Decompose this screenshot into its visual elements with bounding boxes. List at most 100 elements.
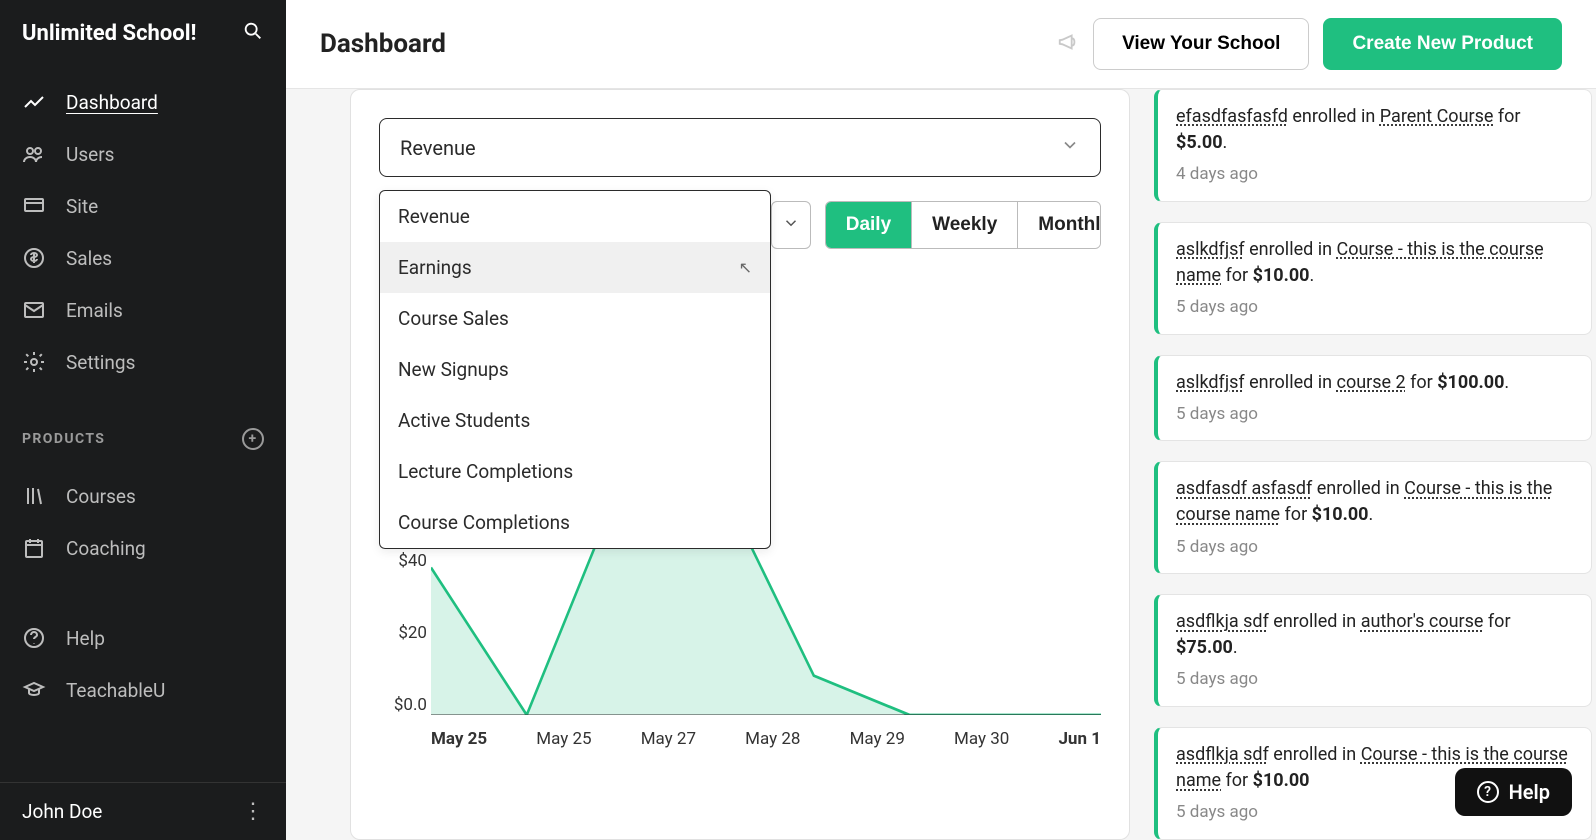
metric-option-revenue[interactable]: Revenue — [380, 191, 770, 242]
activity-course[interactable]: Parent Course — [1380, 106, 1494, 127]
activity-user[interactable]: asdflkja sdf — [1176, 611, 1269, 632]
x-tick: May 25 — [431, 729, 487, 749]
chevron-down-icon — [1060, 135, 1080, 160]
sidebar-item-emails[interactable]: Emails — [0, 284, 286, 336]
sidebar-item-label: Users — [66, 143, 114, 166]
metric-option-active-students[interactable]: Active Students — [380, 395, 770, 446]
calendar-icon — [22, 536, 46, 560]
activity-time: 5 days ago — [1176, 535, 1573, 560]
chevron-down-icon — [782, 214, 800, 236]
activity-text: for — [1483, 611, 1510, 632]
sidebar-item-coaching[interactable]: Coaching — [0, 522, 286, 574]
sidebar-item-teachableu[interactable]: TeachableU — [0, 664, 286, 716]
y-tick: $20 — [398, 623, 427, 643]
activity-user[interactable]: efasdfasfasfd — [1176, 106, 1288, 127]
x-tick: May 28 — [745, 729, 800, 749]
sidebar-item-dashboard[interactable]: Dashboard — [0, 76, 286, 128]
mail-icon — [22, 298, 46, 322]
metric-option-label: Lecture Completions — [398, 460, 573, 483]
content: Revenue DailyWeeklyMonthly Revenue Earnin… — [286, 89, 1596, 840]
metric-option-course-sales[interactable]: Course Sales — [380, 293, 770, 344]
activity-text: for — [1221, 265, 1253, 286]
sidebar-item-users[interactable]: Users — [0, 128, 286, 180]
products-section-header: PRODUCTS + — [0, 398, 286, 460]
period-daily[interactable]: Daily — [826, 202, 912, 248]
activity-user[interactable]: asdfasdf asfasdf — [1176, 478, 1312, 499]
metric-option-label: Course Completions — [398, 511, 570, 534]
sidebar-item-label: Settings — [66, 351, 135, 374]
megaphone-icon[interactable] — [1057, 31, 1079, 58]
metric-option-earnings[interactable]: Earnings↖ — [380, 242, 770, 293]
search-icon[interactable] — [242, 20, 264, 46]
activity-text: enrolled in — [1245, 239, 1337, 260]
activity-text: for — [1406, 372, 1438, 393]
activity-text: . — [1504, 372, 1509, 393]
view-school-button[interactable]: View Your School — [1093, 18, 1309, 70]
activity-text: for — [1493, 106, 1520, 127]
activity-time: 5 days ago — [1176, 295, 1573, 320]
metric-select-value: Revenue — [400, 136, 476, 160]
books-icon — [22, 484, 46, 508]
activity-item[interactable]: aslkdfjsf enrolled in course 2 for $100.… — [1154, 355, 1592, 442]
activity-text: . — [1369, 504, 1374, 525]
period-segmented: DailyWeeklyMonthly — [825, 201, 1101, 249]
sidebar-header: Unlimited School! — [0, 0, 286, 66]
activity-user[interactable]: asdflkja sdf — [1176, 744, 1269, 765]
metric-option-label: Active Students — [398, 409, 530, 432]
sidebar-item-site[interactable]: Site — [0, 180, 286, 232]
sidebar-item-courses[interactable]: Courses — [0, 470, 286, 522]
activity-text: for — [1280, 504, 1312, 525]
activity-item[interactable]: asdflkja sdf enrolled in author's course… — [1154, 594, 1592, 707]
activity-item[interactable]: aslkdfjsf enrolled in Course - this is t… — [1154, 222, 1592, 335]
metric-option-label: Revenue — [398, 205, 470, 228]
create-product-button[interactable]: Create New Product — [1323, 18, 1562, 70]
activity-user[interactable]: aslkdfjsf — [1176, 372, 1245, 393]
sidebar-item-label: TeachableU — [66, 679, 165, 702]
activity-amount: $100.00 — [1437, 372, 1504, 393]
activity-user[interactable]: aslkdfjsf — [1176, 239, 1245, 260]
metric-option-label: New Signups — [398, 358, 509, 381]
activity-time: 4 days ago — [1176, 162, 1573, 187]
page-title: Dashboard — [320, 29, 446, 59]
secondary-dropdown[interactable] — [771, 201, 811, 249]
products-nav: Courses Coaching — [0, 460, 286, 584]
sidebar-item-help[interactable]: Help — [0, 612, 286, 664]
activity-time: 5 days ago — [1176, 667, 1573, 692]
activity-course[interactable]: course 2 — [1337, 372, 1406, 393]
primary-nav: Dashboard Users Site Sales Emails Settings — [0, 66, 286, 398]
add-product-button[interactable]: + — [242, 428, 264, 450]
activity-course[interactable]: author's course — [1361, 611, 1484, 632]
activity-feed: efasdfasfasfd enrolled in Parent Course … — [1154, 89, 1596, 840]
activity-amount: $10.00 — [1253, 770, 1310, 791]
site-icon — [22, 194, 46, 218]
help-widget[interactable]: ? Help — [1455, 768, 1572, 816]
period-weekly[interactable]: Weekly — [912, 202, 1018, 248]
current-user[interactable]: John Doe — [22, 800, 102, 823]
metric-option-lecture-completions[interactable]: Lecture Completions — [380, 446, 770, 497]
main: Dashboard View Your School Create New Pr… — [286, 0, 1596, 840]
help-circle-icon: ? — [1477, 781, 1499, 803]
grad-icon — [22, 678, 46, 702]
activity-item[interactable]: asdfasdf asfasdf enrolled in Course - th… — [1154, 461, 1592, 574]
sidebar-item-label: Sales — [66, 247, 112, 270]
sidebar-item-label: Dashboard — [66, 91, 158, 114]
activity-item[interactable]: efasdfasfasfd enrolled in Parent Course … — [1154, 89, 1592, 202]
metric-select[interactable]: Revenue — [379, 118, 1101, 177]
activity-text: . — [1309, 265, 1314, 286]
activity-text: . — [1233, 637, 1238, 658]
sidebar-item-label: Site — [66, 195, 98, 218]
metric-option-new-signups[interactable]: New Signups — [380, 344, 770, 395]
sidebar-item-sales[interactable]: Sales — [0, 232, 286, 284]
sidebar-item-settings[interactable]: Settings — [0, 336, 286, 388]
x-tick: Jun 1 — [1058, 729, 1101, 749]
users-icon — [22, 142, 46, 166]
metric-option-course-completions[interactable]: Course Completions — [380, 497, 770, 548]
sidebar-item-label: Coaching — [66, 537, 146, 560]
user-menu-kebab-icon[interactable]: ⋮ — [242, 799, 264, 824]
y-tick: $40 — [398, 551, 427, 571]
activity-text: enrolled in — [1269, 611, 1361, 632]
school-name[interactable]: Unlimited School! — [22, 21, 196, 46]
help-icon — [22, 626, 46, 650]
x-tick: May 30 — [954, 729, 1009, 749]
period-monthly[interactable]: Monthly — [1018, 202, 1101, 248]
